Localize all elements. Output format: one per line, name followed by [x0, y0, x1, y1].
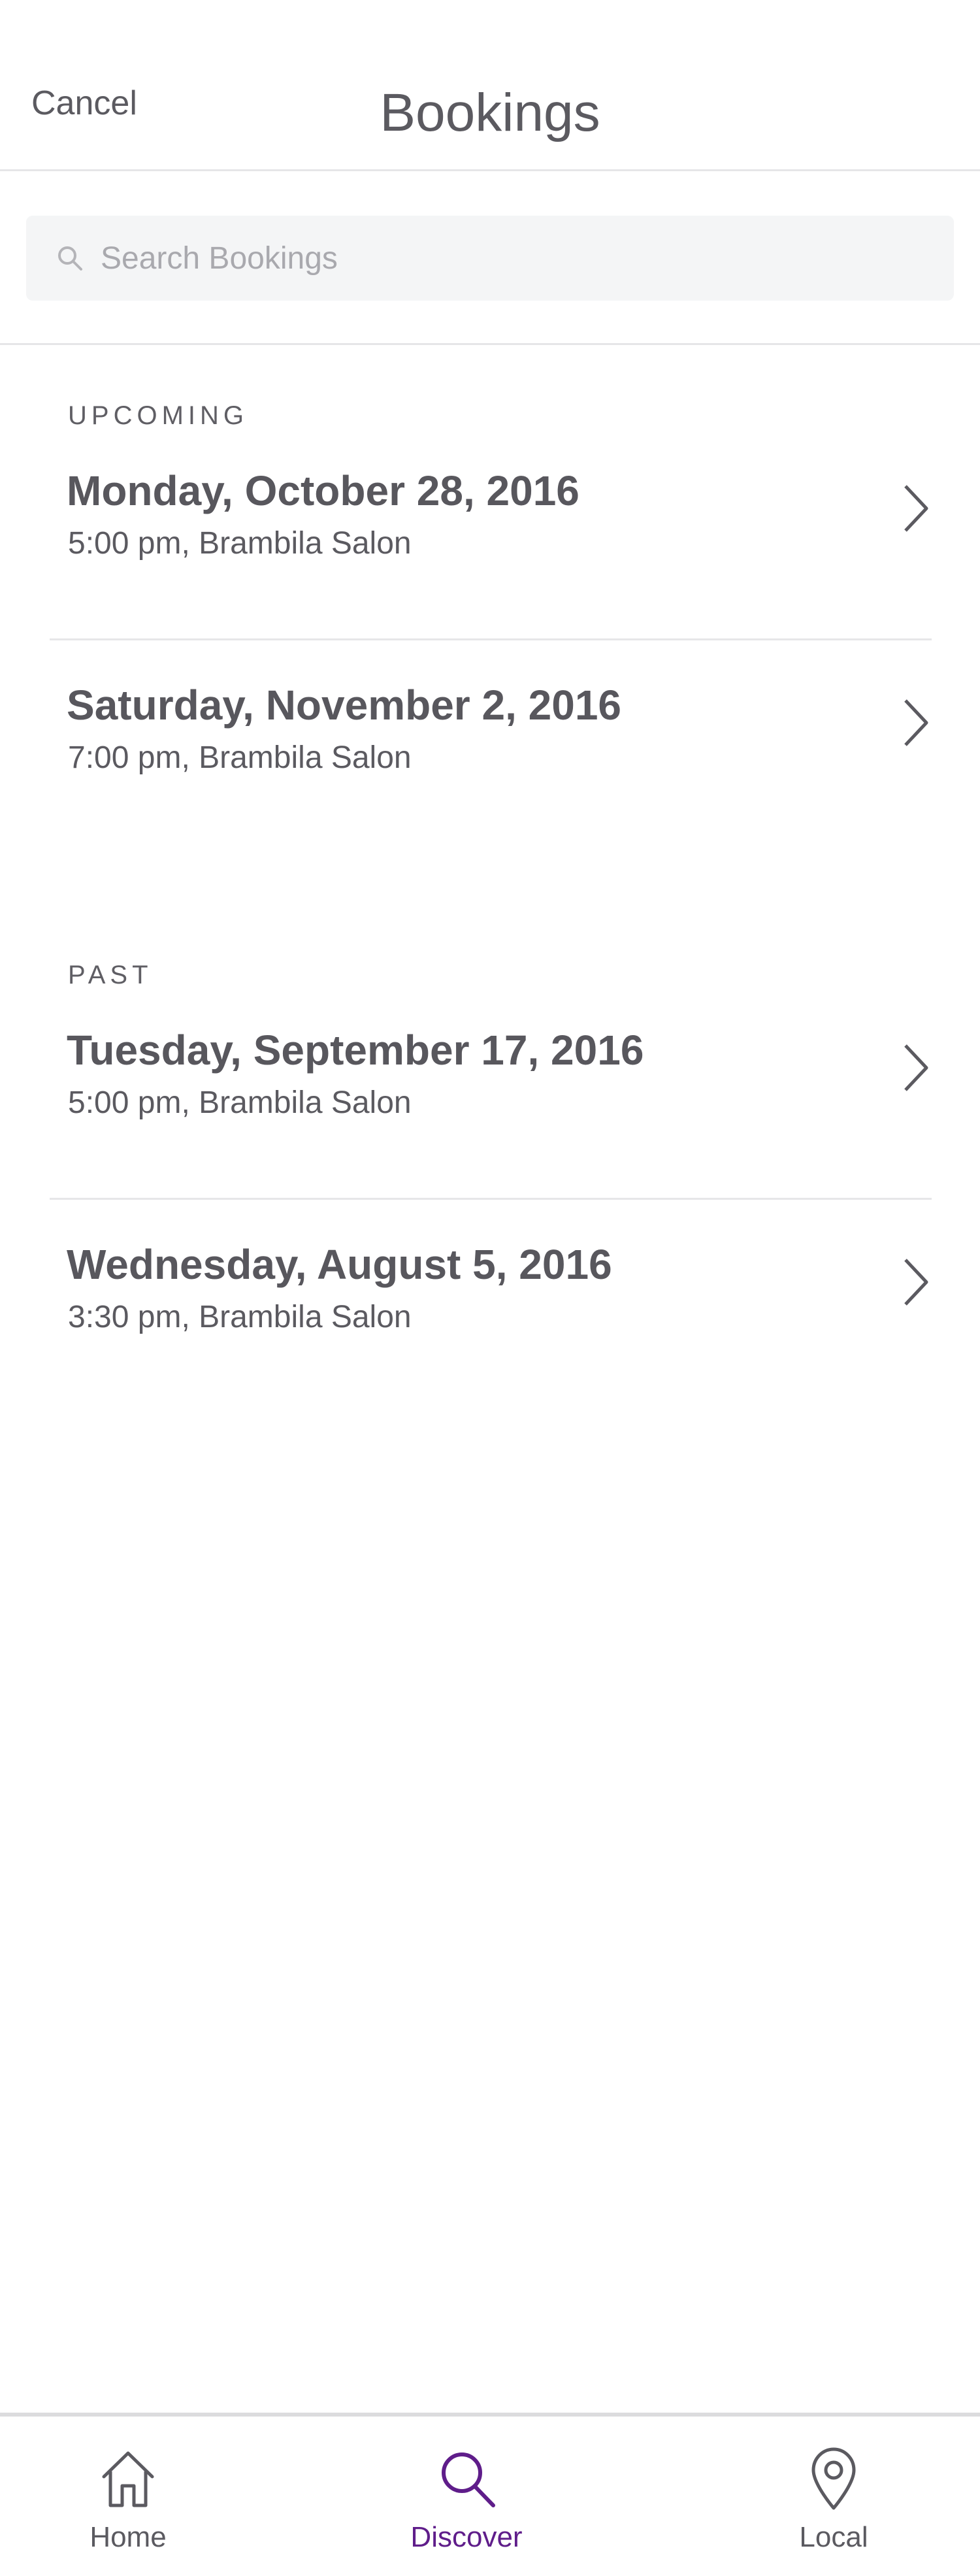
page-title: Bookings [380, 83, 600, 142]
tab-home[interactable]: Home [30, 2417, 226, 2576]
search-section [0, 171, 980, 345]
chevron-right-icon [904, 699, 928, 746]
booking-detail: 5:00 pm, Brambila Salon [68, 1085, 412, 1120]
home-icon [102, 2451, 154, 2507]
booking-item[interactable]: Saturday, November 2, 2016 7:00 pm, Bram… [50, 640, 932, 855]
booking-item[interactable]: Monday, October 28, 2016 5:00 pm, Brambi… [50, 426, 932, 640]
booking-date: Monday, October 28, 2016 [67, 467, 580, 514]
booking-detail: 3:30 pm, Brambila Salon [68, 1300, 412, 1334]
header: Cancel Bookings [0, 0, 980, 171]
chevron-right-icon [904, 485, 928, 532]
booking-detail: 5:00 pm, Brambila Salon [68, 526, 412, 561]
chevron-right-icon [904, 1044, 928, 1091]
search-icon [58, 246, 82, 271]
search-bar[interactable] [26, 216, 954, 301]
tab-label: Local [799, 2521, 868, 2553]
search-icon [442, 2452, 495, 2507]
booking-date: Tuesday, September 17, 2016 [67, 1027, 644, 1074]
booking-item[interactable]: Tuesday, September 17, 2016 5:00 pm, Bra… [50, 985, 932, 1200]
booking-detail: 7:00 pm, Brambila Salon [68, 740, 412, 775]
map-pin-icon [811, 2447, 856, 2510]
booking-date: Wednesday, August 5, 2016 [67, 1241, 612, 1288]
chevron-right-icon [904, 1259, 928, 1306]
booking-date: Saturday, November 2, 2016 [67, 682, 621, 729]
tab-label: Home [90, 2521, 167, 2553]
tab-discover[interactable]: Discover [368, 2417, 564, 2576]
tab-label: Discover [410, 2521, 523, 2553]
tab-local[interactable]: Local [736, 2417, 932, 2576]
booking-item[interactable]: Wednesday, August 5, 2016 3:30 pm, Bramb… [50, 1200, 932, 1414]
tab-bar: Home Discover Local [0, 2413, 980, 2576]
search-input[interactable] [99, 235, 923, 281]
